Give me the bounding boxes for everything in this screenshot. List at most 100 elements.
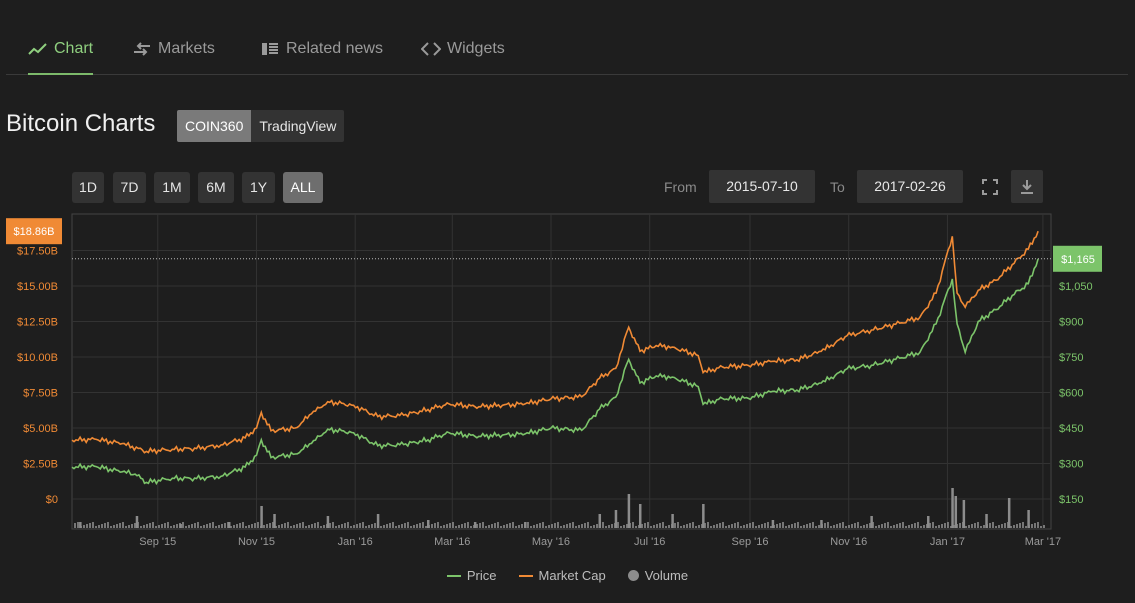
volume-bar xyxy=(863,525,865,528)
range-1d-button[interactable]: 1D xyxy=(72,172,104,203)
volume-bar xyxy=(116,524,118,528)
x-axis-tick-label: Nov '15 xyxy=(238,536,275,548)
volume-bar xyxy=(800,526,802,528)
volume-bar xyxy=(1019,523,1021,528)
volume-bar xyxy=(422,522,424,528)
volume-bar xyxy=(771,520,775,528)
volume-bar xyxy=(245,526,247,528)
source-tradingview-button[interactable]: TradingView xyxy=(251,110,345,142)
volume-bar xyxy=(380,526,382,528)
legend-item-price[interactable]: Price xyxy=(446,568,497,583)
source-coin360-button[interactable]: COIN360 xyxy=(177,110,252,142)
volume-bar xyxy=(890,526,892,528)
from-date-input[interactable] xyxy=(709,170,815,203)
volume-bar xyxy=(560,526,562,528)
volume-bar xyxy=(653,525,655,528)
volume-bar xyxy=(820,520,823,528)
tab-bar: Chart Markets Related news Widgets xyxy=(6,24,1128,75)
volume-bar xyxy=(518,525,520,528)
price-line[interactable] xyxy=(71,258,1039,486)
volume-bar xyxy=(779,523,781,528)
volume-bar xyxy=(167,522,169,528)
chart-legend: Price Market Cap Volume xyxy=(0,568,1135,583)
range-7d-button[interactable]: 7D xyxy=(113,172,146,203)
volume-bar xyxy=(491,524,493,528)
volume-bar xyxy=(503,525,505,528)
volume-bar xyxy=(227,522,231,528)
legend-item-volume[interactable]: Volume xyxy=(627,568,688,583)
volume-bar xyxy=(680,526,682,528)
volume-bar xyxy=(683,525,685,528)
volume-bar xyxy=(959,523,961,528)
volume-bar xyxy=(320,526,322,528)
volume-bar xyxy=(992,522,994,528)
tab-widgets[interactable]: Widgets xyxy=(421,24,505,74)
bitcoin-chart[interactable]: $0 $2.50B $5.00B $7.50B $10.00B $12.50B $15.00… xyxy=(0,205,1135,555)
volume-bar xyxy=(1043,525,1045,528)
volume-bar xyxy=(533,525,535,528)
volume-bar xyxy=(578,525,580,528)
volume-bar xyxy=(614,510,618,528)
range-1m-button[interactable]: 1M xyxy=(154,172,190,203)
volume-bar xyxy=(347,522,349,528)
market-cap-line[interactable] xyxy=(71,230,1039,455)
tab-chart[interactable]: Chart xyxy=(28,24,94,75)
volume-bar xyxy=(1031,524,1033,528)
volume-bar xyxy=(242,522,244,528)
volume-bar xyxy=(206,524,208,528)
volume-bar xyxy=(650,526,652,528)
volume-bar xyxy=(983,525,985,528)
volume-bar xyxy=(416,524,418,528)
range-6m-button[interactable]: 6M xyxy=(198,172,234,203)
volume-bar xyxy=(524,522,527,528)
volume-bar xyxy=(104,523,106,528)
volume-bar xyxy=(305,526,307,528)
tab-related-news[interactable]: Related news xyxy=(260,24,383,74)
volume-bar xyxy=(437,522,439,528)
plot-frame xyxy=(71,213,1052,530)
right-axis-tick-label: $900 xyxy=(1059,317,1083,329)
volume-bar xyxy=(1027,510,1030,528)
legend-item-market-cap[interactable]: Market Cap xyxy=(518,568,606,583)
volume-bar xyxy=(851,524,853,528)
market-cap-swatch xyxy=(518,574,533,577)
news-icon xyxy=(262,43,278,55)
volume-bar xyxy=(647,522,649,528)
volume-bar xyxy=(467,522,469,528)
right-axis-tick-label: $1,050 xyxy=(1059,281,1093,293)
volume-bar xyxy=(455,526,457,528)
download-button[interactable] xyxy=(1011,170,1043,203)
volume-bar xyxy=(917,522,919,528)
left-axis-tick-label: $15.00B xyxy=(17,281,58,293)
fullscreen-button[interactable] xyxy=(974,170,1006,203)
left-axis-tick-label: $17.50B xyxy=(17,246,58,258)
tab-markets[interactable]: Markets xyxy=(132,24,215,74)
line-chart-icon xyxy=(28,42,47,55)
volume-bar xyxy=(713,525,715,528)
volume-bar xyxy=(566,524,568,528)
volume-bar xyxy=(623,525,625,528)
left-axis-tick-label: $5.00B xyxy=(23,423,58,435)
volume-bar xyxy=(185,526,187,528)
volume-bar xyxy=(914,523,916,528)
volume-bar xyxy=(674,523,676,528)
volume-bar xyxy=(1007,498,1011,528)
to-date-input[interactable] xyxy=(857,170,963,203)
volume-bar xyxy=(248,525,250,528)
range-all-button[interactable]: ALL xyxy=(283,172,323,203)
volume-bar xyxy=(329,523,331,528)
volume-bar xyxy=(965,526,967,528)
volume-bar xyxy=(812,522,814,528)
volume-bar xyxy=(83,525,85,528)
volume-bar xyxy=(860,526,862,528)
volume-bar xyxy=(161,524,163,528)
volume-bar xyxy=(371,524,373,528)
volume-bar xyxy=(497,522,499,528)
volume-bar xyxy=(308,525,310,528)
volume-bar xyxy=(278,525,280,528)
volume-bar xyxy=(512,522,514,528)
range-1y-button[interactable]: 1Y xyxy=(242,172,275,203)
code-icon xyxy=(421,42,441,56)
volume-bar xyxy=(128,525,130,528)
volume-bar xyxy=(95,526,97,528)
